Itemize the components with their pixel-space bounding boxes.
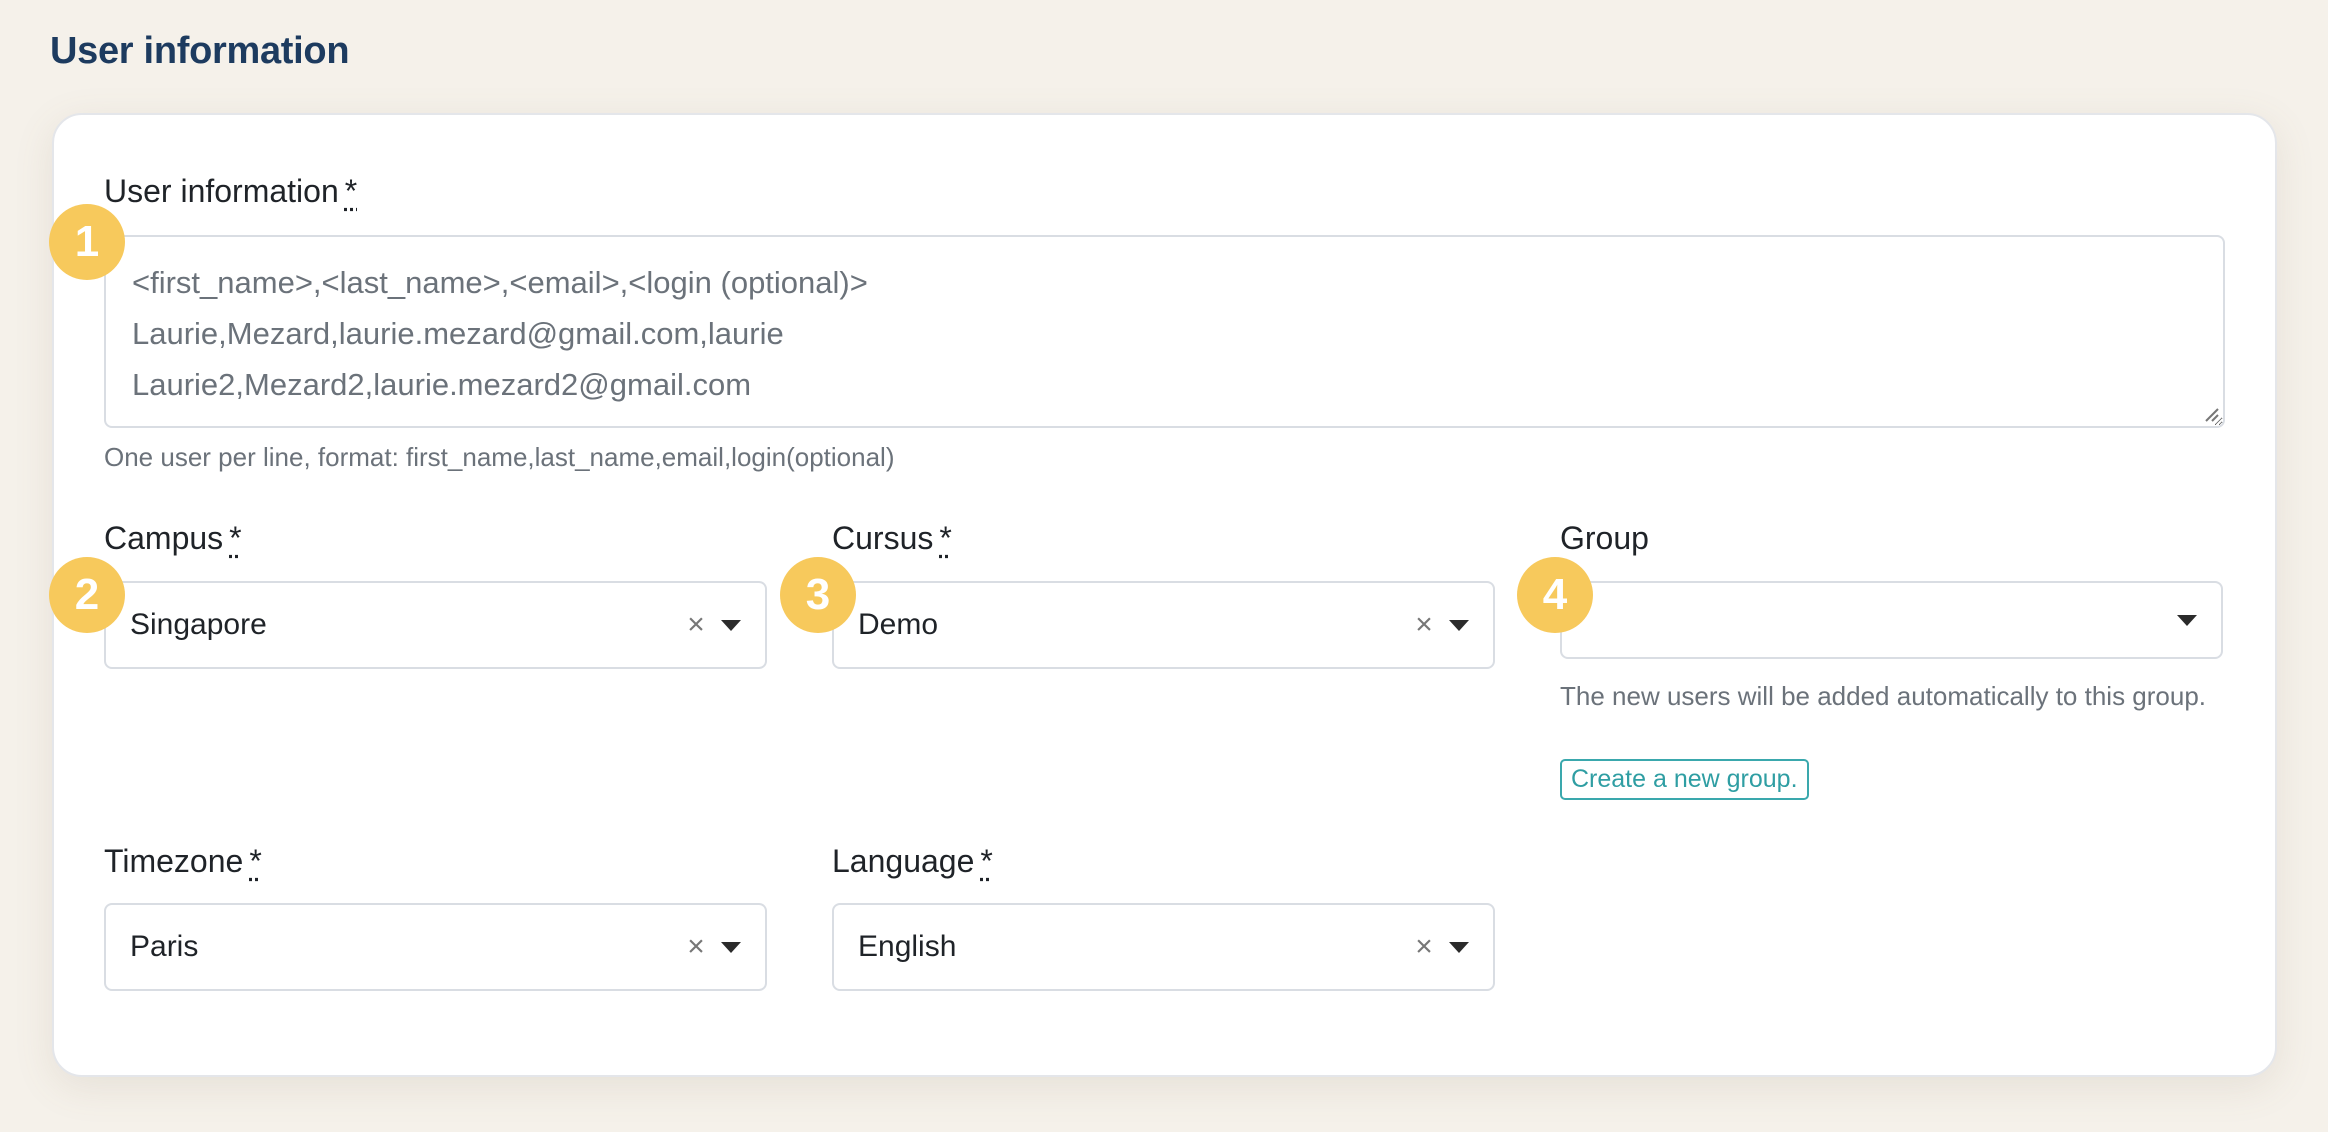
- group-label-text: Group: [1560, 520, 1649, 556]
- clear-icon[interactable]: ×: [1409, 608, 1439, 642]
- timezone-value: Paris: [130, 930, 199, 963]
- textarea-line: Laurie2,Mezard2,laurie.mezard2@gmail.com: [132, 367, 752, 402]
- create-group-link[interactable]: Create a new group.: [1560, 759, 1809, 800]
- clear-icon[interactable]: ×: [681, 930, 711, 964]
- required-mark: *: [229, 520, 242, 556]
- timezone-label: Timezone *: [104, 843, 262, 880]
- language-value: English: [858, 930, 957, 963]
- user-info-textarea[interactable]: <first_name>,<last_name>,<email>,<login …: [104, 235, 2225, 428]
- caret-down-icon[interactable]: [721, 619, 741, 631]
- caret-down-icon[interactable]: [1449, 619, 1469, 631]
- required-mark: *: [249, 843, 262, 879]
- step-badge-4: 4: [1517, 557, 1593, 633]
- language-label-text: Language: [832, 843, 975, 879]
- clear-icon[interactable]: ×: [1409, 930, 1439, 964]
- cursus-label-text: Cursus: [832, 520, 934, 556]
- language-label: Language *: [832, 843, 993, 880]
- language-select[interactable]: English ×: [832, 903, 1495, 991]
- required-mark: *: [939, 520, 952, 556]
- campus-label-text: Campus: [104, 520, 224, 556]
- group-select[interactable]: [1560, 581, 2223, 659]
- group-help: The new users will be added automaticall…: [1560, 681, 2207, 711]
- timezone-select[interactable]: Paris ×: [104, 903, 767, 991]
- user-info-label-text: User information: [104, 173, 339, 209]
- group-label: Group: [1560, 520, 1649, 557]
- textarea-line: Laurie,Mezard,laurie.mezard@gmail.com,la…: [132, 316, 784, 351]
- caret-down-icon[interactable]: [2177, 614, 2197, 626]
- user-info-help: One user per line, format: first_name,la…: [104, 442, 895, 472]
- caret-down-icon[interactable]: [721, 941, 741, 953]
- cursus-select[interactable]: Demo ×: [832, 581, 1495, 669]
- caret-down-icon[interactable]: [1449, 941, 1469, 953]
- required-mark: *: [344, 173, 358, 209]
- step-badge-1: 1: [49, 204, 125, 280]
- campus-select[interactable]: Singapore ×: [104, 581, 767, 669]
- campus-value: Singapore: [130, 608, 267, 641]
- cursus-label: Cursus *: [832, 520, 952, 557]
- cursus-value: Demo: [858, 608, 939, 641]
- timezone-label-text: Timezone: [104, 843, 244, 879]
- page-title: User information: [50, 30, 350, 72]
- required-mark: *: [980, 843, 993, 879]
- step-badge-3: 3: [780, 557, 856, 633]
- user-info-label: User information *: [104, 173, 357, 210]
- step-badge-2: 2: [49, 557, 125, 633]
- campus-label: Campus *: [104, 520, 242, 557]
- resize-handle-icon[interactable]: [2203, 406, 2219, 422]
- clear-icon[interactable]: ×: [681, 608, 711, 642]
- textarea-line: <first_name>,<last_name>,<email>,<login …: [132, 265, 868, 300]
